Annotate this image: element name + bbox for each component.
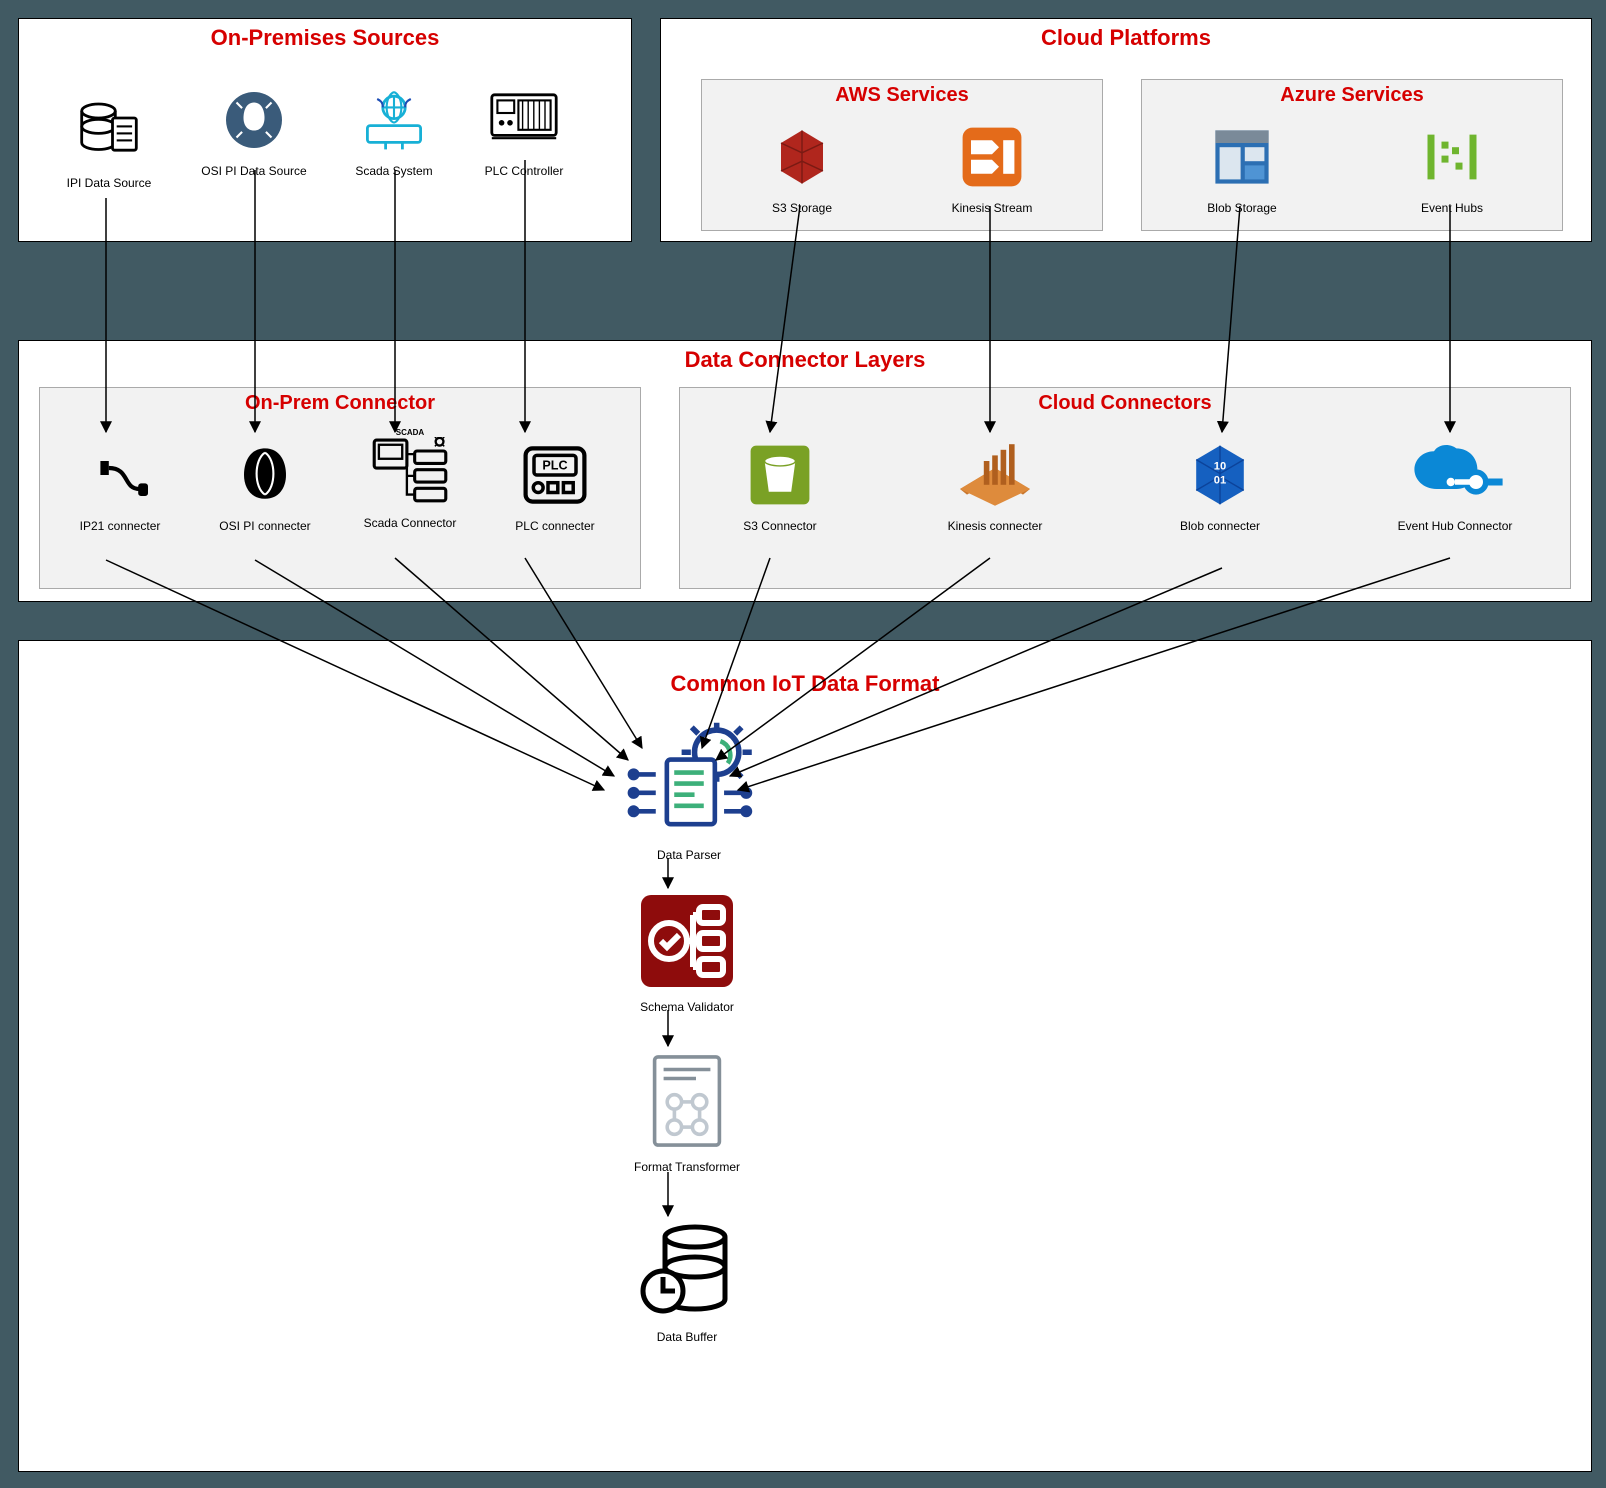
label-scada-system: Scada System: [339, 164, 449, 178]
svg-text:01: 01: [1214, 474, 1226, 486]
validator-icon: [637, 891, 737, 991]
blob-icon: [1207, 122, 1277, 192]
osi-circle-icon: [219, 85, 289, 155]
node-ip21-connecter: IP21 connecter: [60, 440, 180, 533]
node-scada-system: Scada System: [339, 85, 449, 178]
kinesis-conn-icon: [950, 440, 1040, 510]
panel-common-format: Common IoT Data Format Data Parser Schem…: [18, 640, 1592, 1472]
node-osi-pi-connecter: OSI PI connecter: [205, 440, 325, 533]
plc-panel-icon: [489, 85, 559, 155]
node-blob-storage: Blob Storage: [1182, 122, 1302, 215]
node-plc-controller: PLC Controller: [469, 85, 579, 178]
title-connector-layers: Data Connector Layers: [19, 341, 1591, 373]
label-blob-storage: Blob Storage: [1182, 201, 1302, 215]
label-plc-controller: PLC Controller: [469, 164, 579, 178]
label-scada-connector: Scada Connector: [350, 516, 470, 530]
node-event-hub-connector: Event Hub Connector: [1380, 440, 1530, 533]
node-kinesis-connecter: Kinesis connecter: [930, 440, 1060, 533]
label-ipi-data-source: IPI Data Source: [49, 176, 169, 190]
node-osi-pi-data-source: OSI PI Data Source: [199, 85, 309, 178]
title-azure-services: Azure Services: [1142, 80, 1562, 107]
event-hub-conn-icon: [1405, 440, 1505, 510]
node-plc-connecter: PLC PLC connecter: [495, 440, 615, 533]
panel-cloud-platforms: Cloud Platforms AWS Services S3 Storage …: [660, 18, 1592, 242]
label-kinesis-connecter: Kinesis connecter: [930, 519, 1060, 533]
node-kinesis-stream: Kinesis Stream: [932, 122, 1052, 215]
title-onprem-sources: On-Premises Sources: [19, 19, 631, 51]
panel-cloud-connectors: Cloud Connectors S3 Connector Kinesis co…: [679, 387, 1571, 589]
label-ip21-connecter: IP21 connecter: [60, 519, 180, 533]
blob-conn-icon: 1001: [1185, 440, 1255, 510]
label-osi-pi-data-source: OSI PI Data Source: [199, 164, 309, 178]
label-s3-connector: S3 Connector: [720, 519, 840, 533]
kinesis-icon: [957, 122, 1027, 192]
node-schema-validator: Schema Validator: [627, 891, 747, 1014]
scada-net-icon: [370, 437, 450, 507]
db-doc-icon: [74, 97, 144, 167]
node-data-buffer: Data Buffer: [627, 1221, 747, 1344]
panel-onprem-sources: On-Premises Sources IPI Data Source OSI …: [18, 18, 632, 242]
title-onprem-connector: On-Prem Connector: [40, 388, 640, 415]
label-event-hubs: Event Hubs: [1392, 201, 1512, 215]
label-osi-pi-connecter: OSI PI connecter: [205, 519, 325, 533]
panel-azure-services: Azure Services Blob Storage Event Hubs: [1141, 79, 1563, 231]
panel-onprem-connector: On-Prem Connector IP21 connecter OSI PI …: [39, 387, 641, 589]
svg-text:PLC: PLC: [542, 458, 567, 472]
diagram-canvas: On-Premises Sources IPI Data Source OSI …: [0, 0, 1606, 1488]
plc-icon: PLC: [520, 440, 590, 510]
panel-aws-services: AWS Services S3 Storage Kinesis Stream: [701, 79, 1103, 231]
label-data-buffer: Data Buffer: [627, 1330, 747, 1344]
label-kinesis-stream: Kinesis Stream: [932, 201, 1052, 215]
label-data-parser: Data Parser: [599, 848, 779, 862]
label-format-transformer: Format Transformer: [627, 1160, 747, 1174]
node-data-parser: Data Parser: [599, 719, 779, 862]
node-format-transformer: Format Transformer: [627, 1051, 747, 1174]
usb-icon: [85, 440, 155, 510]
node-blob-connecter: 1001 Blob connecter: [1160, 440, 1280, 533]
svg-text:10: 10: [1214, 460, 1226, 472]
panel-connector-layers: Data Connector Layers On-Prem Connector …: [18, 340, 1592, 602]
label-s3-storage: S3 Storage: [742, 201, 862, 215]
title-cloud-platforms: Cloud Platforms: [661, 19, 1591, 51]
node-ipi-data-source: IPI Data Source: [49, 97, 169, 190]
buffer-icon: [637, 1221, 737, 1321]
s3-bucket-icon: [745, 440, 815, 510]
scada-mini-label: SCADA: [350, 428, 470, 437]
node-scada-connector: SCADA Scada Connector: [350, 428, 470, 530]
osi-leaf-icon: [230, 440, 300, 510]
label-event-hub-connector: Event Hub Connector: [1380, 519, 1530, 533]
title-cloud-connectors: Cloud Connectors: [680, 388, 1570, 415]
parser-icon: [624, 719, 754, 839]
title-common-format: Common IoT Data Format: [19, 671, 1591, 697]
label-blob-connecter: Blob connecter: [1160, 519, 1280, 533]
label-schema-validator: Schema Validator: [627, 1000, 747, 1014]
scada-globe-icon: [359, 85, 429, 155]
node-event-hubs: Event Hubs: [1392, 122, 1512, 215]
transformer-icon: [642, 1051, 732, 1151]
node-s3-storage: S3 Storage: [742, 122, 862, 215]
label-plc-connecter: PLC connecter: [495, 519, 615, 533]
title-aws-services: AWS Services: [702, 80, 1102, 107]
event-hubs-icon: [1417, 122, 1487, 192]
s3-icon: [767, 122, 837, 192]
node-s3-connector: S3 Connector: [720, 440, 840, 533]
